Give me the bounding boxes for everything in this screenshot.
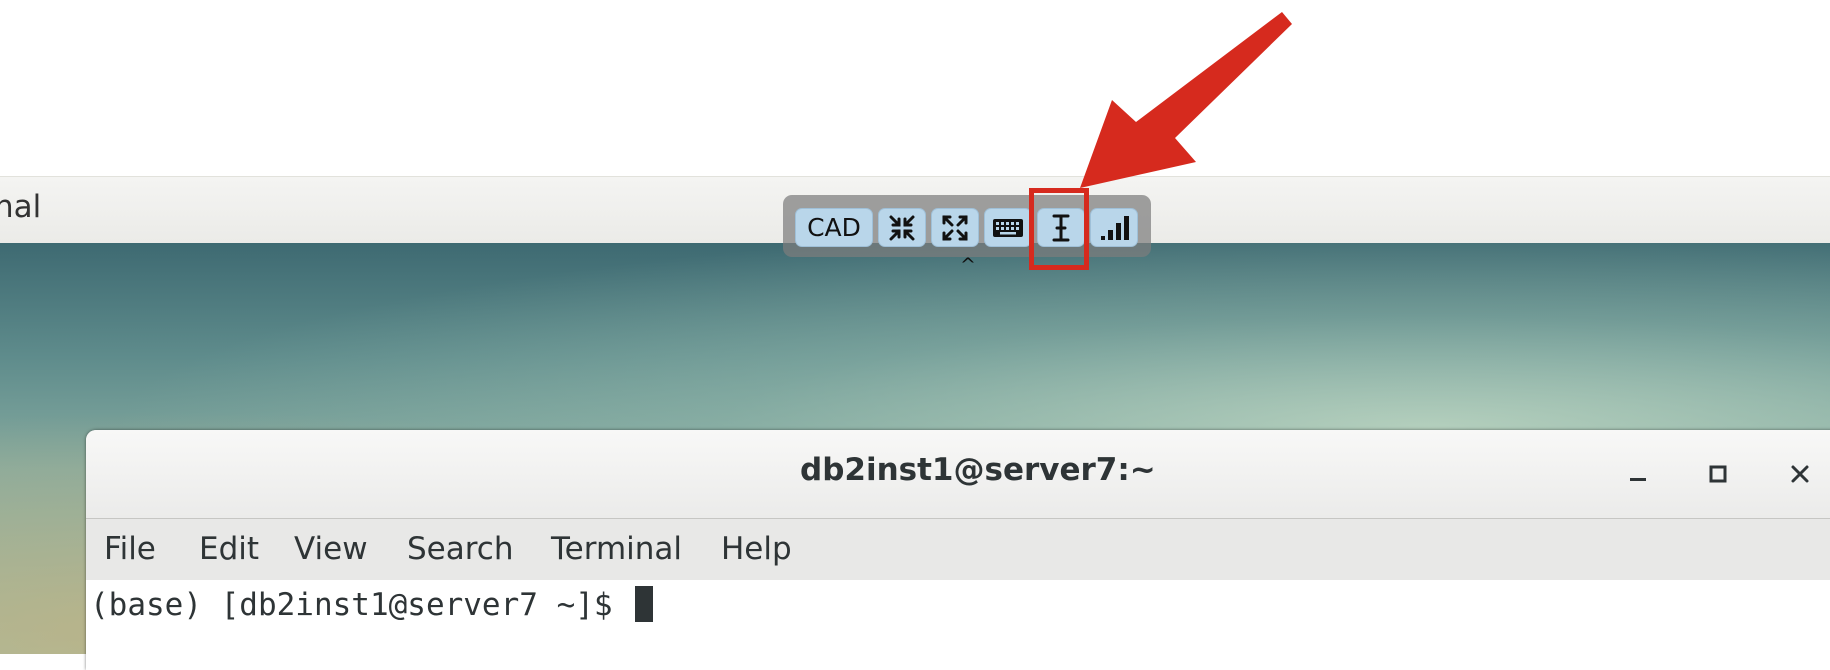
connection-quality-button[interactable] (1090, 208, 1138, 247)
window-close-button[interactable] (1780, 454, 1820, 494)
signal-bars-icon (1101, 215, 1129, 240)
fullscreen-button[interactable] (931, 208, 979, 247)
remote-toolbar: CAD (783, 195, 1151, 257)
expand-arrows-icon (942, 215, 968, 240)
annotation-highlight-box (1029, 188, 1089, 270)
terminal-menubar: File Edit View Search Terminal Help (86, 519, 1830, 580)
cad-button-label: CAD (807, 213, 861, 242)
outer-window-title: nal (0, 189, 42, 225)
keyboard-icon (993, 218, 1023, 237)
minimize-icon (1630, 478, 1646, 481)
terminal-title: db2inst1@server7:~ (800, 452, 1156, 488)
close-icon (1791, 465, 1809, 483)
window-minimize-button[interactable] (1618, 454, 1658, 494)
annotation-arrow (1080, 12, 1292, 188)
menu-edit[interactable]: Edit (199, 531, 259, 567)
window-maximize-button[interactable] (1698, 454, 1738, 494)
cad-button[interactable]: CAD (795, 208, 873, 247)
menu-search[interactable]: Search (407, 531, 514, 567)
terminal-titlebar[interactable]: db2inst1@server7:~ (86, 430, 1830, 519)
keyboard-button[interactable] (984, 208, 1032, 247)
minimize-arrows-icon (889, 215, 915, 240)
menu-file[interactable]: File (104, 531, 156, 567)
shell-prompt-line: (base) [db2inst1@server7 ~]$ (90, 586, 654, 623)
menu-view[interactable]: View (294, 531, 368, 567)
maximize-icon (1709, 465, 1727, 483)
menu-terminal[interactable]: Terminal (551, 531, 682, 567)
terminal-output-area[interactable]: (base) [db2inst1@server7 ~]$ (86, 580, 1830, 670)
shell-prompt: (base) [db2inst1@server7 ~]$ (90, 587, 632, 623)
menu-help[interactable]: Help (721, 531, 792, 567)
toolbar-collapse-caret[interactable]: ^ (960, 254, 976, 276)
terminal-cursor (635, 586, 654, 622)
minimize-view-button[interactable] (878, 208, 926, 247)
terminal-window: db2inst1@server7:~ File Edit View Search… (86, 430, 1830, 670)
